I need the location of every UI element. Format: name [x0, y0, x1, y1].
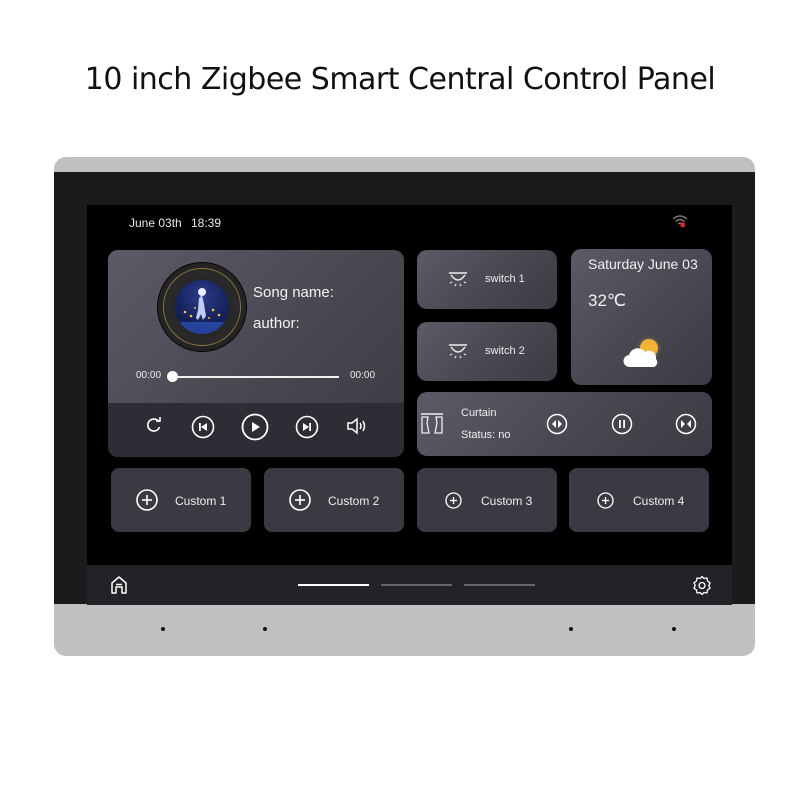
duration-time: 00:00 [350, 370, 376, 381]
curtain-name: Curtain [461, 407, 497, 419]
custom-4-button[interactable]: Custom 4 [569, 468, 709, 532]
status-date: June 03th [129, 216, 182, 230]
ceiling-light-icon [449, 272, 467, 287]
custom-3-label: Custom 3 [481, 494, 533, 508]
wifi-disconnected-icon [672, 215, 688, 227]
ceiling-light-icon [449, 344, 467, 359]
curtain-pause-button[interactable] [611, 413, 633, 440]
touch-screen: June 03th 18:39 Song name: author: 00:00… [87, 205, 732, 605]
curtain-icon [421, 413, 443, 434]
weather-date: Saturday June 03 [588, 256, 698, 272]
playback-controls [108, 403, 404, 457]
custom-3-button[interactable]: Custom 3 [417, 468, 557, 532]
sensor-dot [569, 627, 573, 631]
music-player-card: Song name: author: 00:00 00:00 [108, 250, 404, 457]
album-disc [158, 263, 246, 351]
skip-previous-icon [191, 415, 215, 439]
play-button[interactable] [241, 413, 269, 441]
pause-icon [611, 413, 633, 435]
bottom-navbar [87, 565, 732, 605]
previous-button[interactable] [191, 415, 215, 439]
elapsed-time: 00:00 [136, 370, 162, 381]
home-icon [111, 576, 127, 594]
album-art [175, 280, 229, 334]
custom-1-label: Custom 1 [175, 494, 227, 508]
skip-next-icon [295, 415, 319, 439]
repeat-icon [147, 417, 161, 432]
add-icon [597, 492, 614, 509]
switch-1-card[interactable]: switch 1 [417, 250, 557, 309]
curtain-open-button[interactable] [546, 413, 568, 440]
custom-1-button[interactable]: Custom 1 [111, 468, 251, 532]
switch-2-card[interactable]: switch 2 [417, 322, 557, 381]
volume-button[interactable] [345, 415, 369, 437]
sensor-dot [263, 627, 267, 631]
volume-icon [347, 417, 366, 435]
progress-knob[interactable] [167, 371, 178, 382]
switch-2-label: switch 2 [485, 345, 525, 357]
curtain-status: Status: no [461, 429, 511, 441]
page-indicator-3[interactable] [464, 584, 535, 586]
custom-4-label: Custom 4 [633, 494, 685, 508]
partly-cloudy-icon [623, 335, 662, 368]
home-button[interactable] [109, 575, 129, 600]
author-label: author: [253, 315, 300, 332]
song-name-label: Song name: [253, 284, 334, 301]
page-indicator-2[interactable] [381, 584, 452, 586]
settings-button[interactable] [692, 575, 712, 600]
add-icon [289, 489, 311, 511]
switch-1-label: switch 1 [485, 273, 525, 285]
page-indicator-1[interactable] [298, 584, 369, 586]
add-icon [445, 492, 462, 509]
curtain-card: Curtain Status: no [417, 392, 712, 456]
page-headline: 10 inch Zigbee Smart Central Control Pan… [84, 62, 716, 97]
add-icon [136, 489, 158, 511]
panel-bezel: June 03th 18:39 Song name: author: 00:00… [54, 172, 755, 605]
curtain-open-icon [546, 413, 568, 435]
sensor-dot [672, 627, 676, 631]
panel-device: June 03th 18:39 Song name: author: 00:00… [54, 157, 755, 656]
weather-temperature: 32℃ [588, 291, 627, 310]
gear-icon [693, 575, 711, 596]
curtain-close-icon [675, 413, 697, 435]
repeat-button[interactable] [144, 415, 164, 435]
sensor-dot [161, 627, 165, 631]
custom-2-label: Custom 2 [328, 494, 380, 508]
progress-track[interactable] [172, 376, 339, 378]
weather-card[interactable]: Saturday June 03 32℃ [571, 249, 712, 385]
curtain-close-button[interactable] [675, 413, 697, 440]
next-button[interactable] [295, 415, 319, 439]
status-time: 18:39 [191, 216, 222, 230]
custom-2-button[interactable]: Custom 2 [264, 468, 404, 532]
play-icon [241, 413, 269, 441]
